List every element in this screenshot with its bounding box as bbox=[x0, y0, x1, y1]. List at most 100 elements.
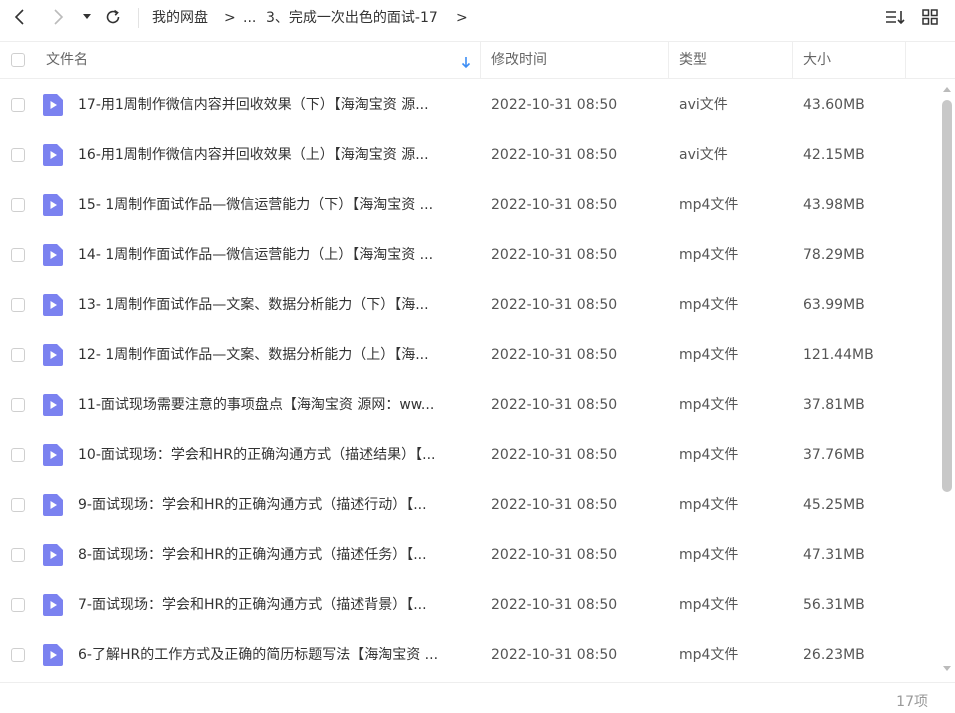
file-row[interactable]: 14- 1周制作面试作品—微信运营能力（上）【海淘宝资 ... 2022-10-… bbox=[0, 230, 940, 280]
video-file-icon bbox=[43, 244, 63, 266]
video-file-icon bbox=[43, 644, 63, 666]
row-checkbox[interactable] bbox=[11, 448, 25, 462]
file-type: mp4文件 bbox=[679, 297, 739, 313]
column-modified-time[interactable]: 修改时间 bbox=[491, 42, 547, 78]
file-size: 78.29MB bbox=[803, 247, 865, 263]
dropdown-icon[interactable] bbox=[80, 8, 94, 26]
file-type: mp4文件 bbox=[679, 447, 739, 463]
row-checkbox[interactable] bbox=[11, 298, 25, 312]
column-header: 文件名 修改时间 类型 大小 bbox=[0, 41, 955, 79]
refresh-icon[interactable] bbox=[102, 6, 124, 28]
file-name: 6-了解HR的工作方式及正确的简历标题写法【海淘宝资 ... bbox=[78, 647, 439, 663]
file-size: 42.15MB bbox=[803, 147, 865, 163]
file-type: mp4文件 bbox=[679, 547, 739, 563]
status-bar: 17项 bbox=[0, 682, 955, 713]
sort-desc-icon[interactable] bbox=[461, 54, 473, 69]
row-checkbox[interactable] bbox=[11, 498, 25, 512]
file-size: 26.23MB bbox=[803, 647, 865, 663]
file-row[interactable]: 12- 1周制作面试作品—文案、数据分析能力（上）【海... 2022-10-3… bbox=[0, 330, 940, 380]
row-checkbox[interactable] bbox=[11, 98, 25, 112]
file-type: mp4文件 bbox=[679, 497, 739, 513]
file-row[interactable]: 8-面试现场：学会和HR的正确沟通方式（描述任务）【... 2022-10-31… bbox=[0, 530, 940, 580]
file-type: avi文件 bbox=[679, 97, 728, 113]
file-row[interactable]: 15- 1周制作面试作品—微信运营能力（下）【海淘宝资 ... 2022-10-… bbox=[0, 180, 940, 230]
file-size: 45.25MB bbox=[803, 497, 865, 513]
row-checkbox[interactable] bbox=[11, 398, 25, 412]
file-row[interactable]: 7-面试现场：学会和HR的正确沟通方式（描述背景）【... 2022-10-31… bbox=[0, 580, 940, 630]
column-divider[interactable] bbox=[792, 42, 793, 78]
file-name: 16-用1周制作微信内容并回收效果（上）【海淘宝资 源... bbox=[78, 147, 429, 163]
video-file-icon bbox=[43, 194, 63, 216]
file-type: mp4文件 bbox=[679, 247, 739, 263]
column-type[interactable]: 类型 bbox=[679, 42, 707, 78]
file-row[interactable]: 10-面试现场：学会和HR的正确沟通方式（描述结果）【... 2022-10-3… bbox=[0, 430, 940, 480]
grid-view-icon[interactable] bbox=[920, 7, 940, 27]
file-size: 56.31MB bbox=[803, 597, 865, 613]
video-file-icon bbox=[43, 444, 63, 466]
file-modified-time: 2022-10-31 08:50 bbox=[491, 247, 618, 263]
video-file-icon bbox=[43, 144, 63, 166]
row-checkbox[interactable] bbox=[11, 148, 25, 162]
file-name: 12- 1周制作面试作品—文案、数据分析能力（上）【海... bbox=[78, 347, 429, 363]
file-size: 47.31MB bbox=[803, 547, 865, 563]
file-size: 121.44MB bbox=[803, 347, 874, 363]
breadcrumb-current: 3、完成一次出色的面试-17 bbox=[266, 10, 438, 26]
back-icon[interactable] bbox=[10, 6, 30, 28]
file-row[interactable]: 16-用1周制作微信内容并回收效果（上）【海淘宝资 源... 2022-10-3… bbox=[0, 130, 940, 180]
file-size: 37.81MB bbox=[803, 397, 865, 413]
file-name: 15- 1周制作面试作品—微信运营能力（下）【海淘宝资 ... bbox=[78, 197, 434, 213]
file-type: mp4文件 bbox=[679, 197, 739, 213]
file-row[interactable]: 13- 1周制作面试作品—文案、数据分析能力（下）【海... 2022-10-3… bbox=[0, 280, 940, 330]
file-name: 13- 1周制作面试作品—文案、数据分析能力（下）【海... bbox=[78, 297, 429, 313]
file-size: 43.60MB bbox=[803, 97, 865, 113]
file-modified-time: 2022-10-31 08:50 bbox=[491, 397, 618, 413]
row-checkbox[interactable] bbox=[11, 648, 25, 662]
breadcrumb-root[interactable]: 我的网盘 bbox=[152, 8, 208, 28]
item-count: 17项 bbox=[896, 694, 928, 710]
file-list: 17-用1周制作微信内容并回收效果（下）【海淘宝资 源... 2022-10-3… bbox=[0, 80, 940, 680]
video-file-icon bbox=[43, 394, 63, 416]
vertical-scrollbar[interactable] bbox=[940, 80, 955, 680]
column-divider[interactable] bbox=[480, 42, 481, 78]
row-checkbox[interactable] bbox=[11, 348, 25, 362]
column-divider[interactable] bbox=[905, 42, 906, 78]
file-name: 9-面试现场：学会和HR的正确沟通方式（描述行动）【... bbox=[78, 497, 427, 513]
column-name[interactable]: 文件名 bbox=[46, 42, 88, 78]
scroll-down-arrow-icon[interactable] bbox=[943, 666, 951, 671]
file-modified-time: 2022-10-31 08:50 bbox=[491, 447, 618, 463]
scrollbar-thumb[interactable] bbox=[942, 100, 952, 492]
column-divider[interactable] bbox=[668, 42, 669, 78]
file-modified-time: 2022-10-31 08:50 bbox=[491, 147, 618, 163]
video-file-icon bbox=[43, 594, 63, 616]
video-file-icon bbox=[43, 94, 63, 116]
file-row[interactable]: 17-用1周制作微信内容并回收效果（下）【海淘宝资 源... 2022-10-3… bbox=[0, 80, 940, 130]
file-name: 10-面试现场：学会和HR的正确沟通方式（描述结果）【... bbox=[78, 447, 436, 463]
breadcrumb-separator: > bbox=[456, 10, 468, 26]
file-name: 8-面试现场：学会和HR的正确沟通方式（描述任务）【... bbox=[78, 547, 427, 563]
file-modified-time: 2022-10-31 08:50 bbox=[491, 647, 618, 663]
video-file-icon bbox=[43, 294, 63, 316]
row-checkbox[interactable] bbox=[11, 248, 25, 262]
row-checkbox[interactable] bbox=[11, 198, 25, 212]
sort-list-icon[interactable] bbox=[884, 7, 906, 27]
scroll-up-arrow-icon[interactable] bbox=[943, 87, 951, 92]
video-file-icon bbox=[43, 494, 63, 516]
file-modified-time: 2022-10-31 08:50 bbox=[491, 347, 618, 363]
file-row[interactable]: 9-面试现场：学会和HR的正确沟通方式（描述行动）【... 2022-10-31… bbox=[0, 480, 940, 530]
file-modified-time: 2022-10-31 08:50 bbox=[491, 547, 618, 563]
file-name: 7-面试现场：学会和HR的正确沟通方式（描述背景）【... bbox=[78, 597, 427, 613]
video-file-icon bbox=[43, 544, 63, 566]
file-row[interactable]: 6-了解HR的工作方式及正确的简历标题写法【海淘宝资 ... 2022-10-3… bbox=[0, 630, 940, 680]
column-size[interactable]: 大小 bbox=[803, 42, 831, 78]
forward-icon[interactable] bbox=[48, 6, 68, 28]
file-name: 14- 1周制作面试作品—微信运营能力（上）【海淘宝资 ... bbox=[78, 247, 434, 263]
file-size: 63.99MB bbox=[803, 297, 865, 313]
file-type: mp4文件 bbox=[679, 347, 739, 363]
toolbar: 我的网盘 > ... 3、完成一次出色的面试-17 > bbox=[0, 0, 955, 36]
select-all-checkbox[interactable] bbox=[11, 53, 25, 67]
file-modified-time: 2022-10-31 08:50 bbox=[491, 597, 618, 613]
row-checkbox[interactable] bbox=[11, 548, 25, 562]
file-row[interactable]: 11-面试现场需要注意的事项盘点【海淘宝资 源网：ww... 2022-10-3… bbox=[0, 380, 940, 430]
breadcrumb-ellipsis[interactable]: ... bbox=[243, 8, 256, 28]
row-checkbox[interactable] bbox=[11, 598, 25, 612]
